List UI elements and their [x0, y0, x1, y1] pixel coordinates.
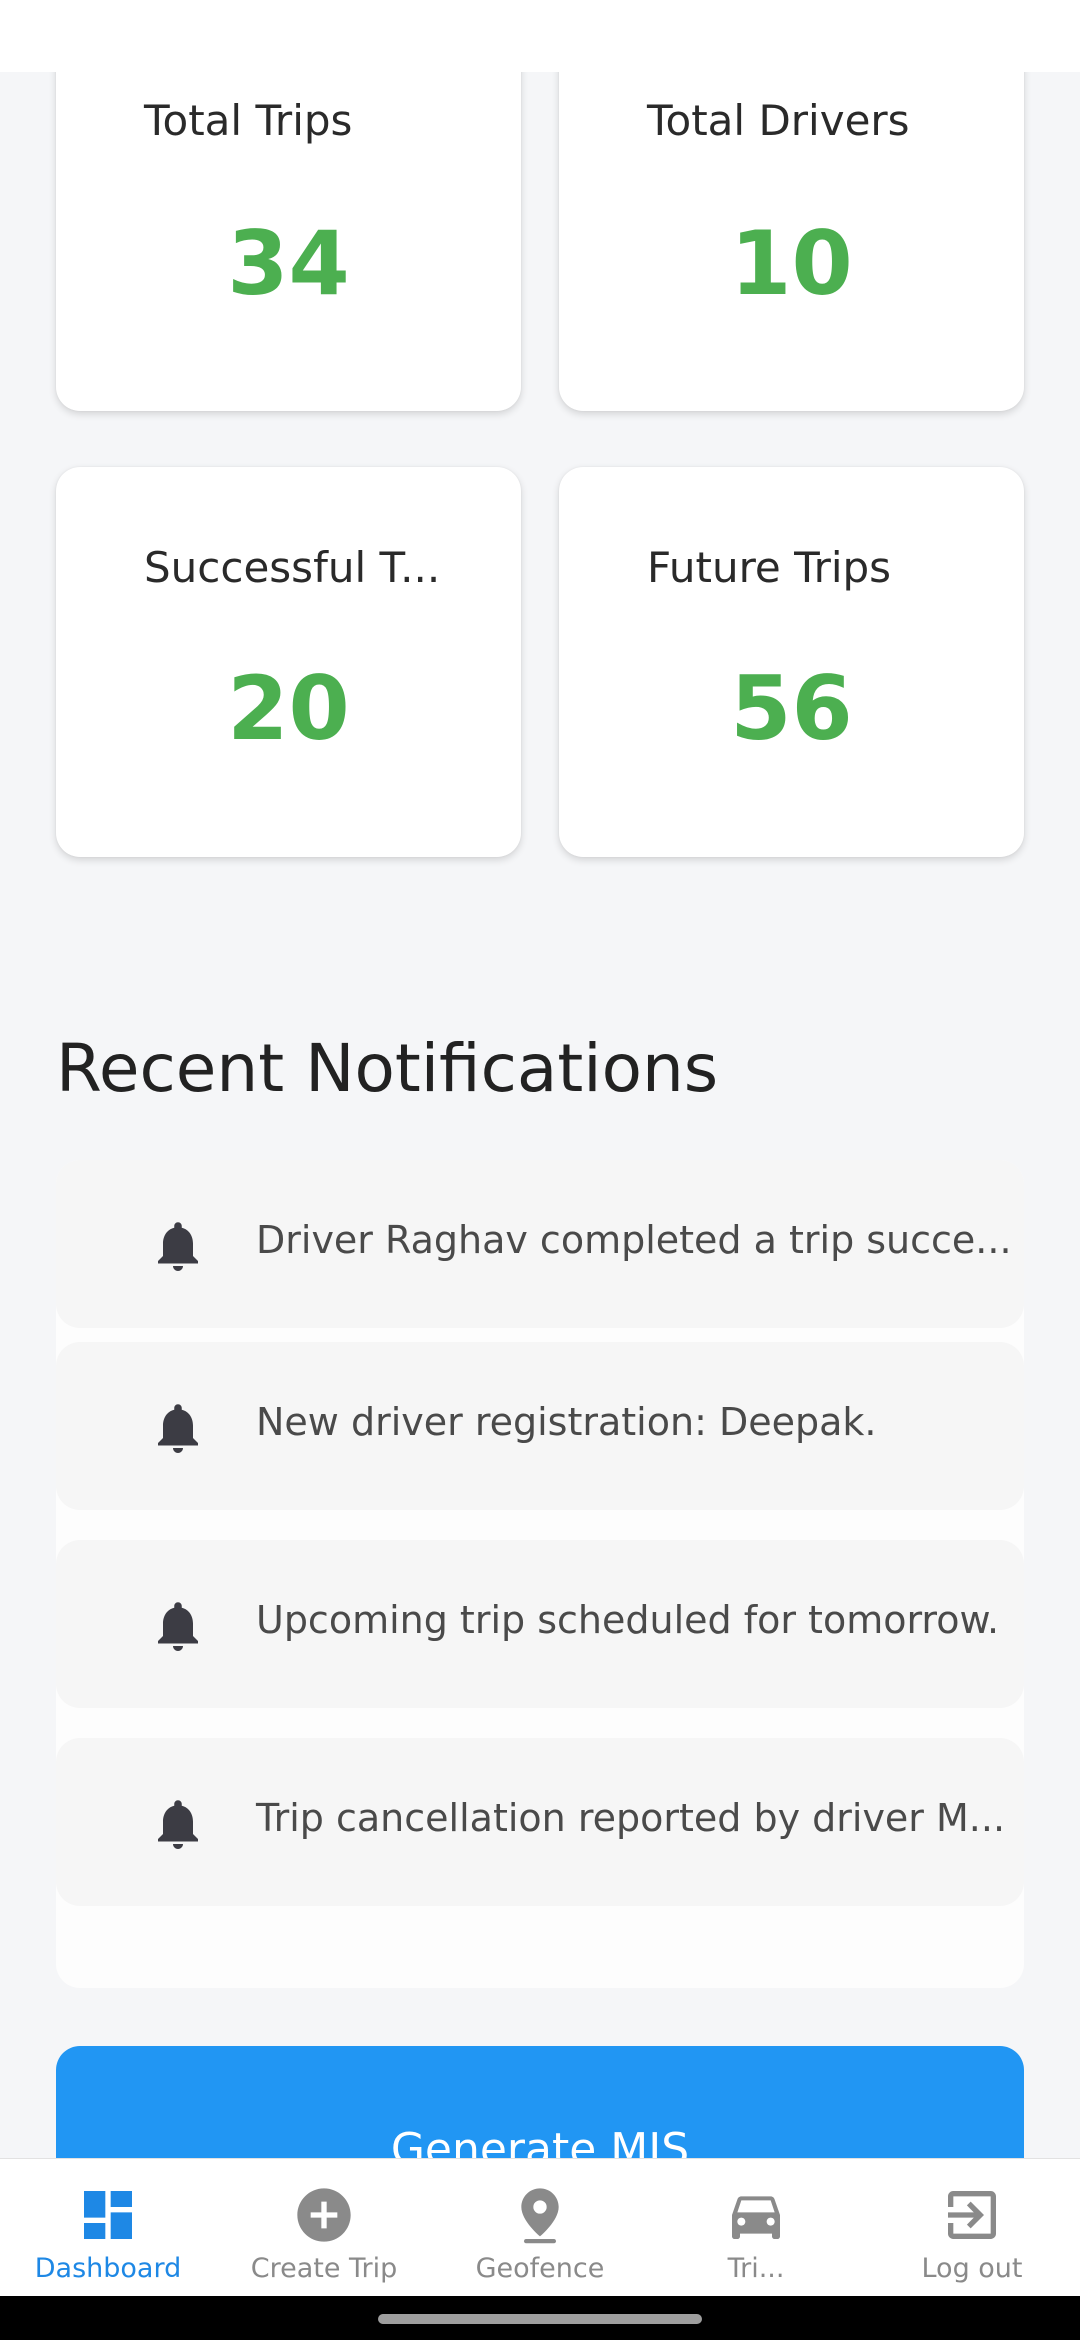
stat-card-successful-trips[interactable]: Successful T... 20: [56, 467, 521, 857]
location-pin-icon: [521, 2188, 559, 2244]
nav-item-logout[interactable]: Log out: [864, 2159, 1080, 2297]
nav-label: Tri...: [727, 2253, 785, 2284]
notification-item[interactable]: New driver registration: Deepak.: [56, 1342, 1024, 1510]
stat-label: Total Drivers: [647, 96, 910, 145]
dashboard-icon: [84, 2191, 132, 2239]
stat-card-total-drivers[interactable]: Total Drivers 10: [559, 30, 1024, 411]
stat-value: 56: [730, 657, 853, 760]
stat-card-future-trips[interactable]: Future Trips 56: [559, 467, 1024, 857]
nav-item-dashboard[interactable]: Dashboard: [0, 2159, 216, 2297]
notification-item[interactable]: Upcoming trip scheduled for tomorrow.: [56, 1540, 1024, 1708]
logout-icon: [948, 2191, 996, 2239]
stat-label: Successful T...: [144, 543, 441, 592]
nav-label: Log out: [921, 2253, 1023, 2284]
top-app-bar: [0, 0, 1080, 72]
stat-value: 10: [730, 212, 853, 315]
bell-icon: [158, 1800, 198, 1849]
stat-value: 20: [227, 657, 350, 760]
system-navigation-bar: [0, 2296, 1080, 2340]
bell-icon: [158, 1602, 198, 1651]
bottom-navigation: Dashboard Create Trip Geofence Tri... Lo…: [0, 2158, 1080, 2296]
notifications-title: Recent Notifications: [56, 1030, 719, 1107]
add-circle-icon: [297, 2188, 351, 2242]
nav-item-trips[interactable]: Tri...: [648, 2159, 864, 2297]
nav-label: Geofence: [475, 2253, 605, 2284]
notification-text: New driver registration: Deepak.: [256, 1400, 877, 1444]
nav-item-geofence[interactable]: Geofence: [432, 2159, 648, 2297]
car-icon: [732, 2196, 780, 2239]
notification-text: Upcoming trip scheduled for tomorrow.: [256, 1598, 1000, 1642]
bell-icon: [158, 1404, 198, 1453]
notification-text: Driver Raghav completed a trip succe...: [256, 1218, 1012, 1262]
notification-item[interactable]: Driver Raghav completed a trip succe...: [56, 1160, 1024, 1328]
notifications-list: Driver Raghav completed a trip succe... …: [56, 1160, 1024, 1988]
bell-icon: [158, 1222, 198, 1271]
stat-card-total-trips[interactable]: Total Trips 34: [56, 30, 521, 411]
stat-label: Total Trips: [144, 96, 353, 145]
notification-item[interactable]: Trip cancellation reported by driver M..…: [56, 1738, 1024, 1906]
nav-label: Dashboard: [34, 2253, 182, 2284]
stat-value: 34: [227, 212, 350, 315]
home-gesture-handle[interactable]: [378, 2314, 702, 2324]
nav-item-create-trip[interactable]: Create Trip: [216, 2159, 432, 2297]
nav-label: Create Trip: [250, 2253, 398, 2284]
generate-mis-button[interactable]: Generate MIS: [56, 2046, 1024, 2170]
stat-label: Future Trips: [647, 543, 892, 592]
notification-text: Trip cancellation reported by driver M..…: [256, 1796, 1006, 1840]
